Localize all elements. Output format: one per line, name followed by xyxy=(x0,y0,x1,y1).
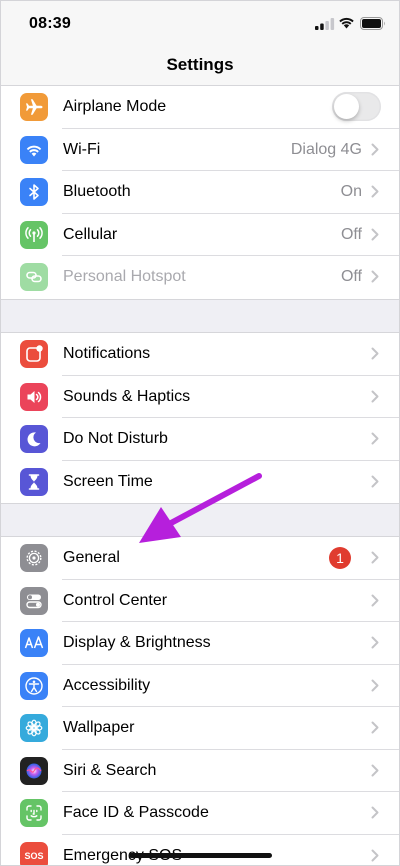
row-emergency-sos[interactable]: SOS Emergency SOS xyxy=(1,835,399,865)
settings-group-notifications: Notifications Sounds & Haptics Do Not Di… xyxy=(1,332,399,504)
row-sounds-haptics[interactable]: Sounds & Haptics xyxy=(1,376,399,418)
chevron-right-icon xyxy=(371,390,379,402)
page-title: Settings xyxy=(166,55,234,74)
sos-icon: SOS xyxy=(20,841,48,865)
settings-screen: 08:39 Settings Airplane Mode Wi-Fi Dialo… xyxy=(0,0,400,866)
row-general[interactable]: General 1 xyxy=(1,537,399,580)
status-bar: 08:39 xyxy=(1,1,399,47)
row-label: Accessibility xyxy=(63,676,151,694)
toggles-icon xyxy=(20,586,48,615)
flower-icon xyxy=(20,714,48,742)
row-wifi[interactable]: Wi-Fi Dialog 4G xyxy=(1,129,399,171)
chevron-right-icon xyxy=(371,764,379,776)
airplane-mode-toggle[interactable] xyxy=(332,92,381,121)
toggle-knob[interactable] xyxy=(334,94,359,119)
settings-group-connectivity: Airplane Mode Wi-Fi Dialog 4G Bluetooth xyxy=(1,85,399,300)
row-accessibility[interactable]: Accessibility xyxy=(1,665,399,707)
hotspot-link-icon xyxy=(20,263,48,291)
row-value: Dialog 4G xyxy=(290,140,362,158)
chevron-right-icon xyxy=(371,806,379,819)
row-label: Bluetooth xyxy=(63,183,131,200)
row-label: Wi-Fi xyxy=(63,140,101,158)
siri-icon xyxy=(20,756,48,785)
chevron-right-icon xyxy=(371,475,379,487)
chevron-right-icon xyxy=(371,347,379,360)
row-label: Do Not Disturb xyxy=(63,430,168,447)
chevron-right-icon xyxy=(371,551,379,564)
text-size-icon xyxy=(20,629,48,657)
row-cellular[interactable]: Cellular Off xyxy=(1,214,399,256)
row-value: Off xyxy=(340,268,362,285)
chevron-right-icon xyxy=(371,636,379,649)
row-label: Sounds & Haptics xyxy=(63,387,191,405)
row-label: Screen Time xyxy=(63,472,153,490)
chevron-right-icon xyxy=(371,849,379,861)
row-label: Wallpaper xyxy=(63,719,135,736)
antenna-icon xyxy=(20,220,48,249)
status-time: 08:39 xyxy=(29,15,71,32)
chevron-right-icon xyxy=(371,270,379,283)
speaker-icon xyxy=(20,382,48,411)
chevron-right-icon xyxy=(371,679,379,691)
chevron-right-icon xyxy=(371,432,379,445)
moon-icon xyxy=(20,425,48,453)
row-personal-hotspot[interactable]: Personal Hotspot Off xyxy=(1,256,399,299)
chevron-right-icon xyxy=(371,594,379,606)
gear-icon xyxy=(20,544,48,572)
chevron-right-icon xyxy=(371,143,379,155)
row-siri-search[interactable]: Siri & Search xyxy=(1,750,399,792)
row-notifications[interactable]: Notifications xyxy=(1,333,399,376)
row-do-not-disturb[interactable]: Do Not Disturb xyxy=(1,418,399,461)
row-label: Siri & Search xyxy=(63,761,157,779)
notifications-icon xyxy=(20,340,48,368)
wifi-icon xyxy=(20,135,48,164)
row-value: Off xyxy=(340,225,362,243)
row-value: On xyxy=(340,183,362,200)
row-bluetooth[interactable]: Bluetooth On xyxy=(1,171,399,214)
row-label: Airplane Mode xyxy=(63,98,167,115)
row-label: Control Center xyxy=(63,591,168,609)
row-label: Cellular xyxy=(63,225,118,243)
row-face-id-passcode[interactable]: Face ID & Passcode xyxy=(1,792,399,835)
navigation-bar: Settings xyxy=(1,47,399,86)
row-label: Face ID & Passcode xyxy=(63,804,209,821)
chevron-right-icon xyxy=(371,228,379,240)
settings-group-general: General 1 Control Center Display & Brigh… xyxy=(1,536,399,865)
row-airplane-mode[interactable]: Airplane Mode xyxy=(1,86,399,129)
home-indicator[interactable] xyxy=(129,853,272,858)
notification-badge: 1 xyxy=(329,547,351,569)
hourglass-icon xyxy=(20,467,48,496)
row-screen-time[interactable]: Screen Time xyxy=(1,461,399,504)
row-wallpaper[interactable]: Wallpaper xyxy=(1,707,399,750)
row-label: Notifications xyxy=(63,345,151,362)
bluetooth-icon xyxy=(20,178,48,206)
accessibility-icon xyxy=(20,671,48,700)
chevron-right-icon xyxy=(371,185,379,198)
battery-icon xyxy=(360,17,385,30)
row-label: General xyxy=(63,549,120,566)
row-display-brightness[interactable]: Display & Brightness xyxy=(1,622,399,665)
row-control-center[interactable]: Control Center xyxy=(1,580,399,622)
wifi-status-icon xyxy=(339,17,354,29)
airplane-icon xyxy=(20,93,48,121)
row-label: Display & Brightness xyxy=(63,634,211,651)
face-id-icon xyxy=(20,799,48,827)
row-label: Personal Hotspot xyxy=(63,268,186,285)
chevron-right-icon xyxy=(371,721,379,734)
cellular-signal-icon xyxy=(315,18,335,30)
